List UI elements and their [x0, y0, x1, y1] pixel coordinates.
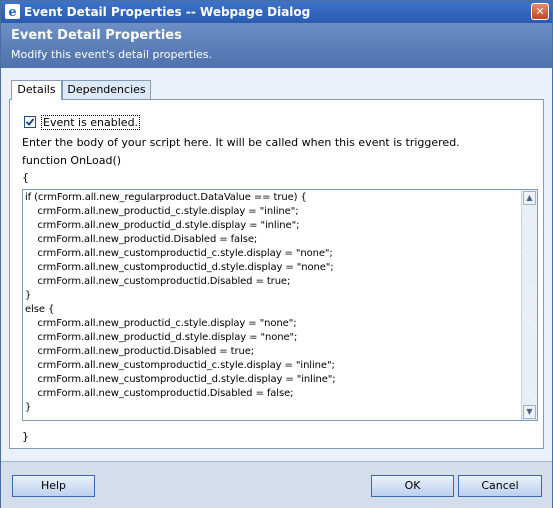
- script-editor[interactable]: if (crmForm.all.new_regularproduct.DataV…: [22, 189, 538, 421]
- button-bar: Help OK Cancel: [1, 461, 552, 508]
- function-signature: function OnLoad(): [22, 154, 122, 167]
- header-title: Event Detail Properties: [11, 28, 182, 43]
- close-button[interactable]: ✕: [531, 3, 549, 20]
- enabled-checkbox[interactable]: [24, 116, 36, 128]
- script-description: Enter the body of your script here. It w…: [22, 136, 460, 149]
- internet-explorer-icon: e: [5, 4, 20, 19]
- dialog-header: Event Detail Properties Modify this even…: [1, 23, 552, 68]
- opening-brace: {: [22, 171, 29, 184]
- script-body[interactable]: if (crmForm.all.new_regularproduct.DataV…: [25, 191, 515, 415]
- tab-dependencies[interactable]: Dependencies: [62, 80, 151, 99]
- svg-text:e: e: [8, 5, 16, 19]
- vertical-scrollbar[interactable]: ▲ ▼: [521, 190, 537, 420]
- closing-brace: }: [22, 430, 29, 443]
- dialog-window: e Event Detail Properties -- Webpage Dia…: [0, 0, 553, 508]
- help-button[interactable]: Help: [12, 475, 95, 497]
- enabled-label[interactable]: Event is enabled.: [41, 115, 141, 130]
- title-bar[interactable]: e Event Detail Properties -- Webpage Dia…: [1, 1, 552, 23]
- header-subtitle: Modify this event's detail properties.: [11, 48, 213, 61]
- ok-button[interactable]: OK: [371, 475, 454, 497]
- details-panel: Event is enabled. Enter the body of your…: [9, 99, 544, 449]
- cancel-button[interactable]: Cancel: [458, 475, 542, 497]
- scroll-up-icon[interactable]: ▲: [523, 191, 536, 205]
- checkmark-icon: [25, 118, 35, 126]
- tab-details[interactable]: Details: [11, 80, 62, 100]
- scroll-down-icon[interactable]: ▼: [523, 405, 536, 419]
- window-title: Event Detail Properties -- Webpage Dialo…: [24, 5, 311, 19]
